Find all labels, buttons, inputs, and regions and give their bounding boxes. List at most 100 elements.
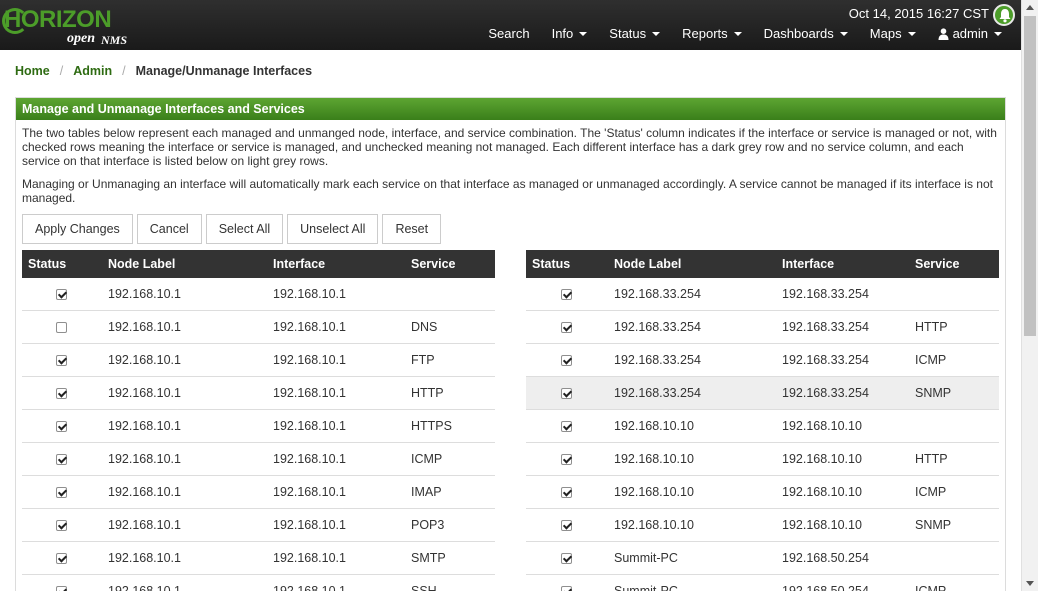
status-checkbox[interactable] (56, 387, 67, 399)
interface-cell: 192.168.10.10 (782, 485, 862, 499)
status-cell (526, 288, 614, 300)
table-row: 192.168.10.1 192.168.10.1 DNS (22, 311, 495, 344)
table-row: 192.168.10.1 192.168.10.1 (22, 278, 495, 311)
apply-changes-button[interactable]: Apply Changes (22, 214, 133, 244)
table-body: 192.168.33.254 192.168.33.254 192.168.33.2… (526, 278, 999, 591)
nav-maps[interactable]: Maps (859, 25, 927, 43)
service-cell: SSH (411, 584, 437, 591)
status-checkbox[interactable] (561, 288, 572, 300)
interface-cell: 192.168.10.1 (273, 485, 346, 499)
node-label-cell: 192.168.10.10 (614, 419, 694, 433)
column-service: Service (411, 257, 456, 271)
node-label-cell: 192.168.10.1 (108, 419, 181, 433)
status-checkbox[interactable] (56, 321, 67, 333)
column-interface: Interface (782, 257, 835, 271)
table-row: 192.168.33.254 192.168.33.254 SNMP (526, 377, 999, 410)
nav-info[interactable]: Info (541, 25, 599, 43)
interface-cell: 192.168.10.1 (273, 287, 346, 301)
interface-cell: 192.168.50.254 (782, 551, 869, 565)
status-checkbox[interactable] (56, 354, 67, 366)
panel-description: The two tables below represent each mana… (22, 126, 997, 168)
column-status: Status (28, 257, 67, 271)
page-scrollbar[interactable] (1021, 0, 1038, 591)
scroll-down-arrow-icon[interactable] (1026, 581, 1034, 586)
column-status: Status (532, 257, 571, 271)
status-checkbox[interactable] (56, 453, 67, 465)
logo-nms-text: NMS (101, 33, 128, 47)
table-row: 192.168.33.254 192.168.33.254 (526, 278, 999, 311)
server-datetime: Oct 14, 2015 16:27 CST (848, 6, 989, 21)
status-checkbox[interactable] (561, 453, 572, 465)
status-cell (22, 453, 108, 465)
interface-cell: 192.168.10.1 (273, 584, 346, 591)
table-row: 192.168.10.1 192.168.10.1 IMAP (22, 476, 495, 509)
table-row: 192.168.33.254 192.168.33.254 ICMP (526, 344, 999, 377)
opennms-horizon-logo[interactable]: HORIZON open NMS (2, 4, 134, 47)
table-row: 192.168.10.1 192.168.10.1 SSH (22, 575, 495, 591)
node-label-cell: 192.168.10.1 (108, 452, 181, 466)
service-cell: SNMP (915, 518, 952, 532)
status-checkbox[interactable] (561, 321, 572, 333)
status-checkbox[interactable] (56, 585, 67, 591)
interface-cell: 192.168.10.1 (273, 452, 346, 466)
action-buttons: Apply Changes Cancel Select All Unselect… (22, 214, 999, 244)
scrollbar-thumb[interactable] (1024, 16, 1036, 336)
service-cell: HTTP (915, 320, 948, 334)
node-label-cell: 192.168.33.254 (614, 353, 701, 367)
unselect-all-button[interactable]: Unselect All (287, 214, 379, 244)
node-label-cell: 192.168.10.1 (108, 287, 181, 301)
status-cell (22, 585, 108, 591)
notification-bell-icon[interactable] (993, 4, 1015, 26)
status-checkbox[interactable] (561, 387, 572, 399)
nav-dashboards[interactable]: Dashboards (753, 25, 859, 43)
interface-cell: 192.168.10.1 (273, 419, 346, 433)
status-checkbox[interactable] (561, 354, 572, 366)
nav-search[interactable]: Search (477, 25, 540, 43)
node-label-cell: 192.168.33.254 (614, 320, 701, 334)
interfaces-table-right: Status Node Label Interface Service 192.… (526, 250, 999, 591)
breadcrumb-current: Manage/Unmanage Interfaces (135, 64, 313, 78)
nav-status[interactable]: Status (598, 25, 671, 43)
service-cell: HTTP (411, 386, 444, 400)
user-icon (938, 28, 949, 40)
status-cell (526, 321, 614, 333)
status-checkbox[interactable] (56, 288, 67, 300)
nav-reports[interactable]: Reports (671, 25, 753, 43)
service-cell: FTP (411, 353, 435, 367)
breadcrumb-home[interactable]: Home (15, 64, 50, 78)
scroll-up-arrow-icon[interactable] (1026, 5, 1034, 10)
table-row: 192.168.10.1 192.168.10.1 ICMP (22, 443, 495, 476)
table-row: 192.168.10.10 192.168.10.10 (526, 410, 999, 443)
table-row: 192.168.10.10 192.168.10.10 SNMP (526, 509, 999, 542)
caret-down-icon (907, 32, 916, 36)
breadcrumb-admin[interactable]: Admin (73, 64, 112, 78)
status-checkbox[interactable] (56, 420, 67, 432)
status-checkbox[interactable] (561, 585, 572, 591)
interface-cell: 192.168.10.1 (273, 353, 346, 367)
status-checkbox[interactable] (56, 486, 67, 498)
reset-button[interactable]: Reset (382, 214, 442, 244)
status-checkbox[interactable] (561, 552, 572, 564)
status-cell (526, 519, 614, 531)
interface-cell: 192.168.10.10 (782, 518, 862, 532)
service-cell: ICMP (411, 452, 443, 466)
status-checkbox[interactable] (56, 552, 67, 564)
status-checkbox[interactable] (561, 519, 572, 531)
column-interface: Interface (273, 257, 326, 271)
column-service: Service (915, 257, 960, 271)
status-cell (22, 420, 108, 432)
status-cell (526, 453, 614, 465)
interface-cell: 192.168.10.1 (273, 518, 346, 532)
table-row: 192.168.10.10 192.168.10.10 HTTP (526, 443, 999, 476)
status-checkbox[interactable] (561, 420, 572, 432)
status-checkbox[interactable] (561, 486, 572, 498)
node-label-cell: 192.168.10.1 (108, 353, 181, 367)
caret-down-icon (733, 32, 742, 36)
status-checkbox[interactable] (56, 519, 67, 531)
nav-user-menu[interactable]: admin (927, 25, 1013, 43)
status-cell (526, 354, 614, 366)
select-all-button[interactable]: Select All (205, 214, 284, 244)
table-row: Summit-PC 192.168.50.254 ICMP (526, 575, 999, 591)
column-node-label: Node Label (108, 257, 176, 271)
cancel-button[interactable]: Cancel (136, 214, 202, 244)
